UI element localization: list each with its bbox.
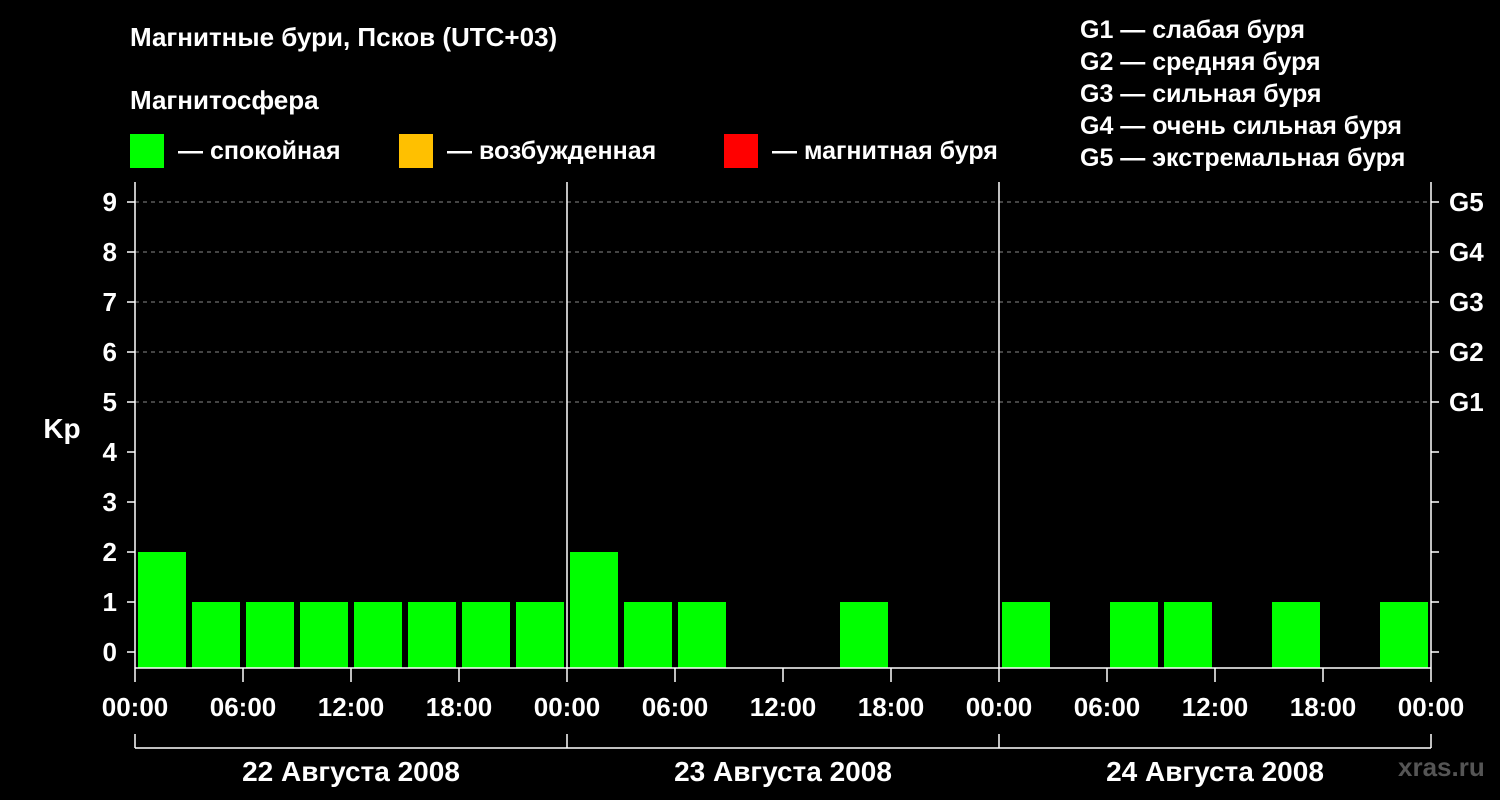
x-tick-label: 00:00 [534,692,601,722]
x-tick-label: 18:00 [858,692,925,722]
x-tick-label: 00:00 [966,692,1033,722]
kp-bar [840,602,888,668]
x-tick-label: 06:00 [642,692,709,722]
y-tick-label: 6 [103,337,117,367]
kp-bar [678,602,726,668]
kp-bar [570,552,618,668]
x-tick-label: 18:00 [1290,692,1357,722]
g-tick-label: G2 [1449,337,1484,367]
day-label: 23 Августа 2008 [674,756,892,787]
kp-bar [408,602,456,668]
x-tick-label: 06:00 [1074,692,1141,722]
g-tick-label: G1 [1449,387,1484,417]
y-axis-label: Kp [43,413,80,444]
kp-bar [1164,602,1212,668]
y-tick-label: 4 [103,437,118,467]
x-tick-label: 12:00 [318,692,385,722]
x-tick-label: 06:00 [210,692,277,722]
x-tick-label: 18:00 [426,692,493,722]
y-tick-label: 7 [103,287,117,317]
g-tick-label: G3 [1449,287,1484,317]
kp-bar [1110,602,1158,668]
g-tick-label: G5 [1449,187,1484,217]
y-tick-label: 8 [103,237,117,267]
kp-bar [354,602,402,668]
y-tick-label: 1 [103,587,117,617]
y-tick-label: 9 [103,187,117,217]
day-label: 22 Августа 2008 [242,756,460,787]
kp-bar [1272,602,1320,668]
kp-bar [462,602,510,668]
x-tick-label: 12:00 [1182,692,1249,722]
y-tick-label: 3 [103,487,117,517]
x-tick-label: 12:00 [750,692,817,722]
y-tick-label: 2 [103,537,117,567]
watermark: xras.ru [1398,752,1485,782]
kp-bar [138,552,186,668]
kp-bar [516,602,564,668]
x-tick-label: 00:00 [102,692,169,722]
y-tick-label: 0 [103,637,117,667]
kp-bar [624,602,672,668]
kp-bar [1380,602,1428,668]
kp-bar [1002,602,1050,668]
g-tick-label: G4 [1449,237,1484,267]
x-tick-label: 00:00 [1398,692,1465,722]
kp-bar [192,602,240,668]
kp-bar [246,602,294,668]
kp-bar [300,602,348,668]
day-label: 24 Августа 2008 [1106,756,1324,787]
y-tick-label: 5 [103,387,117,417]
kp-chart: 0 1 2 3 4 5 6 7 8 9 G1 G2 G3 G4 G5 Kp 00:00 06:00 12:00 18:… [43,182,1484,787]
